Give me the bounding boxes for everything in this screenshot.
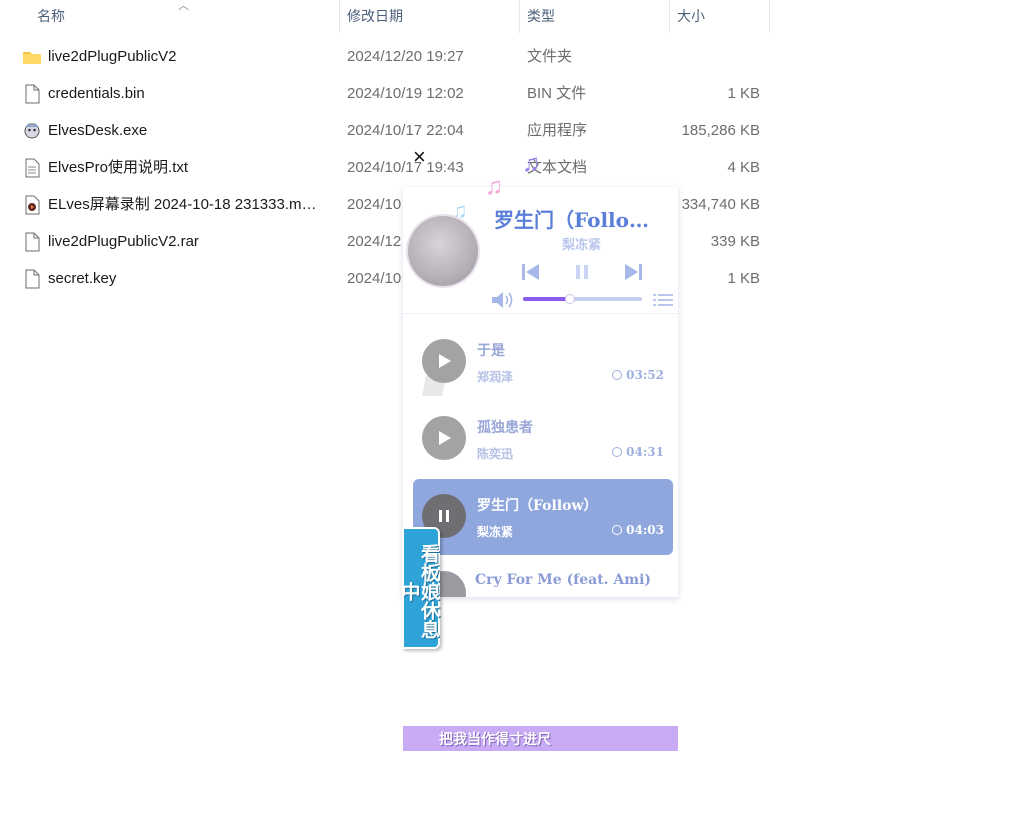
file-date: 2024/10/17 22:04 — [347, 122, 464, 139]
playlist-icon[interactable] — [653, 292, 673, 308]
now-playing-title: 罗生门（Follo… — [494, 208, 649, 232]
file-name: secret.key — [48, 270, 117, 287]
file-row[interactable]: credentials.bin 2024/10/19 12:02 BIN 文件 … — [0, 75, 770, 112]
close-player-button[interactable]: × — [413, 146, 426, 168]
file-date: 2024/10/19 12:02 — [347, 85, 464, 102]
file-size: 4 KB — [727, 159, 760, 176]
track-name: 于是 — [477, 343, 505, 359]
previous-track-icon[interactable] — [519, 261, 541, 283]
track-duration: 03:52 — [612, 368, 664, 382]
column-header-bar: 名称 ︿ 修改日期 类型 大小 — [0, 0, 770, 33]
track-duration: 04:03 — [612, 523, 664, 537]
file-type: 文件夹 — [527, 48, 573, 65]
playlist-track[interactable]: 于是 郑润泽 03:52 — [413, 324, 673, 400]
mascot-resting-badge[interactable]: 看板娘休息中 — [399, 527, 440, 649]
mascot-speech-text: 把我当作得寸进尺 — [439, 732, 551, 748]
folder-icon — [23, 52, 41, 64]
file-name: ElvesDesk.exe — [48, 122, 148, 139]
clock-icon — [612, 370, 623, 380]
playlist-track-active[interactable]: 罗生门（Follow） 梨冻紧 04:03 — [413, 479, 673, 555]
file-name: live2dPlugPublicV2 — [48, 48, 177, 65]
play-button[interactable] — [422, 416, 466, 460]
mascot-speech-bar: 把我当作得寸进尺 — [403, 726, 678, 751]
file-size: 334,740 KB — [681, 196, 760, 213]
pause-icon — [439, 510, 449, 522]
file-row[interactable]: ElvesPro使用说明.txt 2024/10/17 19:43 文本文档 4… — [0, 149, 770, 186]
track-name: 罗生门（Follow） — [477, 498, 598, 514]
track-artist: 梨冻紧 — [477, 525, 514, 539]
track-duration: 04:31 — [612, 445, 664, 459]
file-type: 应用程序 — [527, 122, 588, 139]
file-icon — [25, 269, 40, 289]
sort-ascending-icon: ︿ — [178, 0, 189, 12]
play-icon — [439, 431, 451, 445]
album-cover — [408, 216, 478, 286]
track-artist: 陈奕迅 — [477, 447, 514, 461]
file-name: ELves屏幕录制 2024-10-18 231333.m… — [48, 196, 317, 213]
volume-slider[interactable] — [523, 294, 642, 304]
track-name: 孤独患者 — [477, 420, 533, 436]
file-icon — [25, 232, 40, 252]
file-row[interactable]: ElvesDesk.exe 2024/10/17 22:04 应用程序 185,… — [0, 112, 770, 149]
file-type: 文本文档 — [527, 159, 588, 176]
divider — [403, 313, 678, 314]
text-file-icon — [25, 158, 40, 178]
file-name: live2dPlugPublicV2.rar — [48, 233, 199, 250]
column-header-type[interactable]: 类型 — [519, 0, 670, 33]
app-icon — [24, 123, 40, 139]
clock-icon — [612, 525, 623, 535]
next-track-icon[interactable] — [623, 261, 645, 283]
music-note-icon: ♫ — [522, 150, 540, 177]
track-artist: 郑润泽 — [477, 370, 514, 384]
track-name[interactable]: Cry For Me (feat. Ami) — [475, 572, 651, 588]
play-button[interactable] — [422, 339, 466, 383]
volume-slider-fill — [523, 297, 570, 301]
file-size: 185,286 KB — [681, 122, 760, 139]
clock-icon — [612, 447, 623, 457]
video-file-icon — [25, 195, 40, 215]
file-size: 1 KB — [727, 85, 760, 102]
file-icon — [25, 84, 40, 104]
file-size: 1 KB — [727, 270, 760, 287]
file-size — [670, 38, 760, 75]
now-playing-artist: 梨冻紧 — [561, 238, 601, 253]
file-date: 2024/12/20 19:27 — [347, 48, 464, 65]
music-note-icon: ♫ — [485, 173, 503, 200]
file-name: ElvesPro使用说明.txt — [48, 159, 189, 176]
column-header-date[interactable]: 修改日期 — [339, 0, 520, 33]
pause-icon[interactable] — [571, 261, 593, 283]
column-header-size[interactable]: 大小 — [669, 0, 770, 33]
playlist-track[interactable]: 孤独患者 陈奕迅 04:31 — [413, 401, 673, 477]
volume-icon[interactable] — [491, 291, 513, 309]
play-icon — [439, 354, 451, 368]
file-type: BIN 文件 — [527, 85, 587, 102]
file-size: 339 KB — [710, 233, 760, 250]
file-row[interactable]: live2dPlugPublicV2 2024/12/20 19:27 文件夹 — [0, 38, 770, 75]
file-name: credentials.bin — [48, 85, 145, 102]
